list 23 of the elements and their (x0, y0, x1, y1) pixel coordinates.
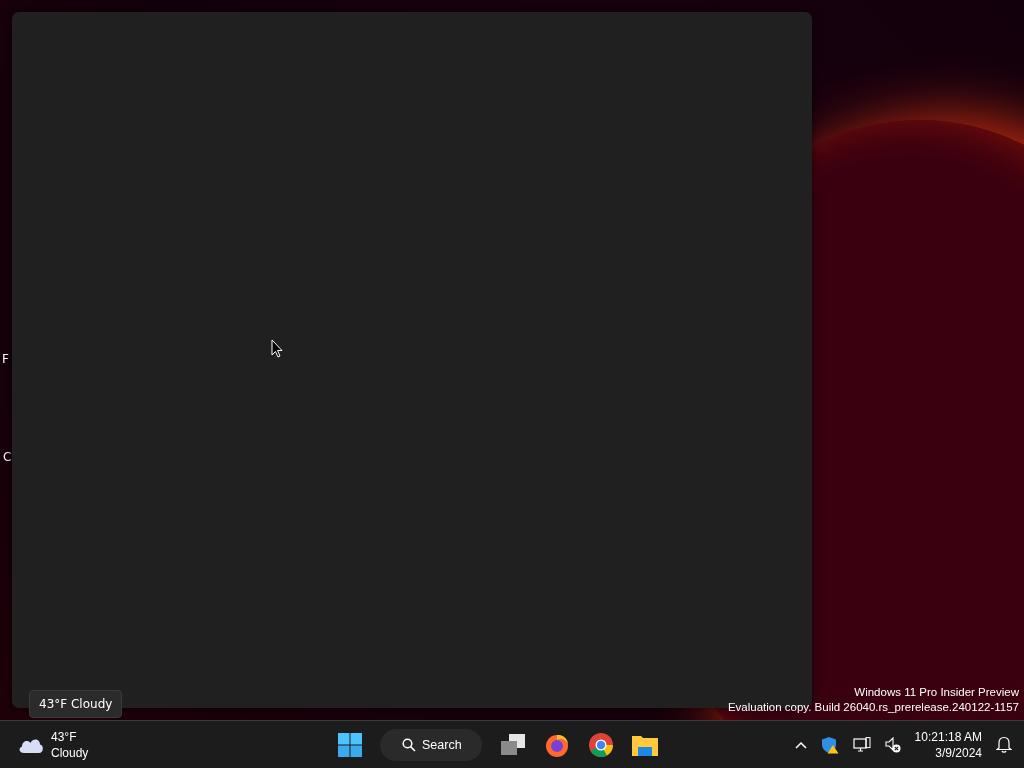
clock-date: 3/9/2024 (935, 744, 982, 761)
temperature-text: 43°F (51, 728, 78, 745)
mouse-pointer-icon (271, 339, 283, 358)
shield-warning-icon[interactable] (820, 735, 839, 754)
task-view-icon[interactable] (499, 733, 526, 756)
network-monitor-icon[interactable] (852, 736, 871, 753)
clock-time: 10:21:18 AM (914, 728, 982, 745)
weather-condition-text: Cloudy (51, 744, 89, 761)
clock[interactable]: 10:21:18 AM 3/9/2024 (914, 728, 982, 761)
speaker-muted-icon[interactable] (884, 736, 901, 753)
weather-tooltip: 43°F Cloudy (29, 690, 123, 718)
watermark-text: Evaluation copy. Build 26040.rs_prerelease.240122-1157 (727, 700, 1019, 715)
desktop-icon-label[interactable]: F (2, 352, 9, 366)
desktop-icon-label[interactable]: C (3, 450, 12, 464)
start-icon[interactable] (338, 732, 362, 757)
weather-widget[interactable]: 43°F Cloudy (18, 728, 338, 761)
watermark-text: Windows 11 Pro Insider Preview (854, 685, 1019, 700)
folder-icon[interactable] (631, 733, 658, 756)
chevron-up-icon[interactable] (794, 740, 807, 749)
search-button[interactable]: Search (380, 728, 482, 761)
bell-icon[interactable] (996, 736, 1012, 753)
search-icon (402, 737, 416, 752)
browser-circle-icon[interactable] (587, 731, 614, 758)
